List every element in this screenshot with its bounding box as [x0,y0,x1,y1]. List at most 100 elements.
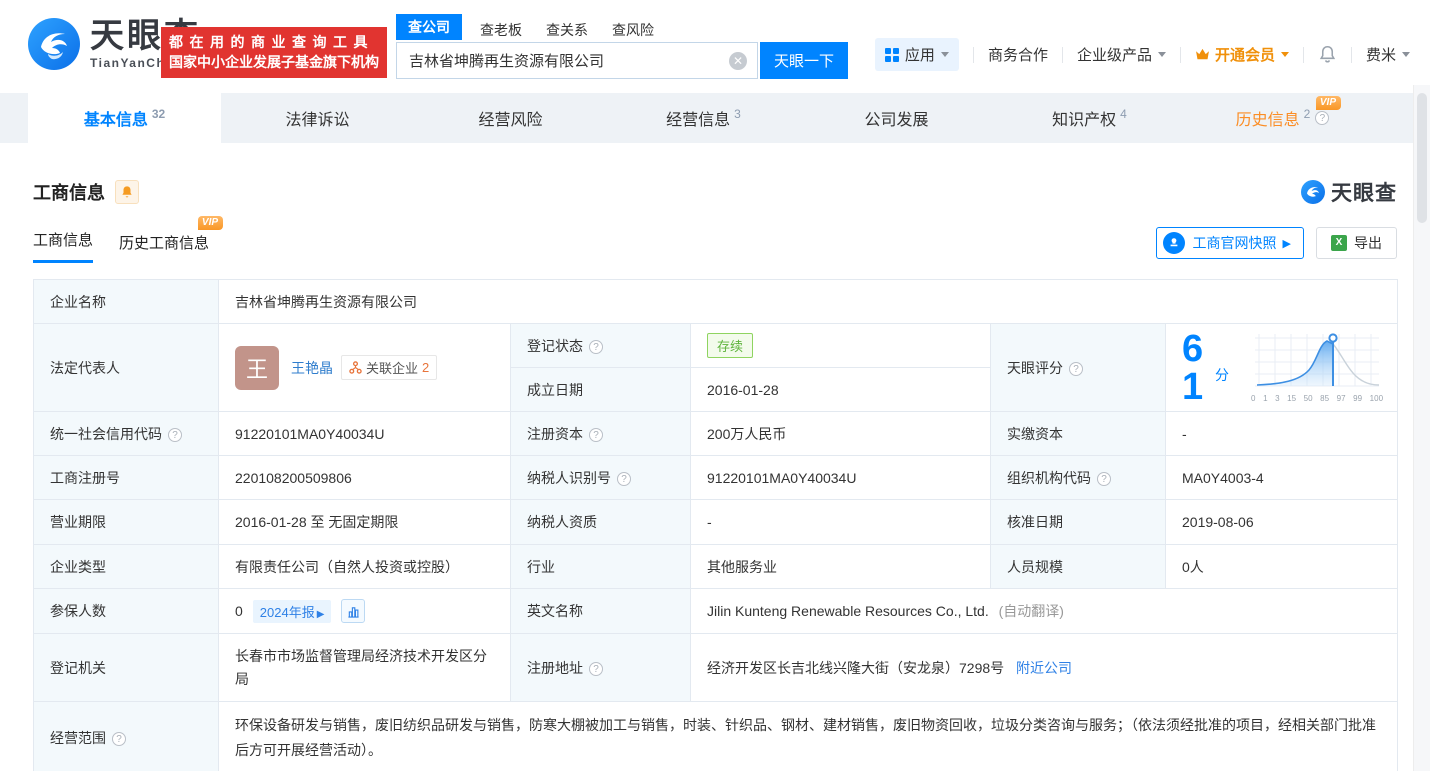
page-header: 天眼查 TianYanCha.com 都在用的商业查询工具 国家中小企业发展子基… [0,0,1430,85]
field-label: 注册地址? [511,634,691,702]
field-label: 组织机构代码? [991,456,1166,500]
search-button[interactable]: 天眼一下 [760,42,848,79]
help-icon[interactable]: ? [589,662,603,676]
divider [1062,47,1063,63]
tab-basic-info[interactable]: 基本信息 32 [28,93,221,143]
watermark-logo-text: 天眼查 [1331,177,1397,207]
search-tab-relation[interactable]: 查关系 [546,20,588,40]
chevron-down-icon [1158,52,1166,57]
field-label: 参保人数 [34,589,219,634]
address-value: 经济开发区长吉北线兴隆大街（安龙泉）7298号 [707,660,1004,676]
user-account-menu[interactable]: 费米 [1366,44,1410,65]
brand-slogan-banner: 都在用的商业查询工具 国家中小企业发展子基金旗下机构 [161,27,387,78]
help-icon[interactable]: ? [589,428,603,442]
subtab-history-registration[interactable]: VIP 历史工商信息 [119,232,209,263]
field-label: 经营范围? [34,702,219,771]
arrow-right-icon: ▶ [1283,237,1291,250]
search-tab-boss[interactable]: 查老板 [480,20,522,40]
field-label: 统一社会信用代码? [34,412,219,456]
help-icon[interactable]: ? [1069,362,1083,376]
english-name-value: Jilin Kunteng Renewable Resources Co., L… [707,603,989,619]
legal-rep-link[interactable]: 王艳晶 [291,358,333,378]
search-tab-company[interactable]: 查公司 [396,14,462,40]
field-label: 行业 [511,545,691,589]
apps-label: 应用 [905,44,935,65]
help-icon[interactable]: ? [1315,111,1329,125]
search-input[interactable] [397,43,757,78]
score-unit: 分 [1215,365,1229,385]
field-label: 人员规模 [991,545,1166,589]
username: 费米 [1366,44,1396,65]
tab-company-development[interactable]: 公司发展 [800,93,993,143]
table-row: 企业类型 有限责任公司（自然人投资或控股） 行业 其他服务业 人员规模 0人 [34,545,1398,589]
business-scope-value: 环保设备研发与销售，废旧纺织品研发与销售，防寒大棚被加工与销售，时装、针织品、钢… [219,702,1398,771]
related-companies-badge[interactable]: 关联企业 2 [341,355,437,380]
vip-upgrade-menu[interactable]: 开通会员 [1195,44,1289,65]
page-scrollbar[interactable] [1413,85,1430,771]
vip-badge: VIP [198,216,223,230]
tab-history-info[interactable]: VIP 历史信息 2 ? [1186,93,1379,143]
company-type-value: 有限责任公司（自然人投资或控股） [219,545,511,589]
business-info-table: 企业名称 吉林省坤腾再生资源有限公司 法定代表人 王 王艳晶 关 [33,279,1398,771]
help-icon[interactable]: ? [617,472,631,486]
subscribe-bell-icon[interactable] [115,180,139,204]
tab-count: 3 [734,107,741,121]
crown-icon [1195,48,1210,61]
staff-size-value: 0人 [1166,545,1398,589]
table-row: 企业名称 吉林省坤腾再生资源有限公司 [34,280,1398,324]
apps-menu[interactable]: 应用 [875,38,959,71]
watermark-logo: 天眼查 [1301,177,1397,207]
tianyancha-swirl-icon [1301,180,1325,204]
business-cooperation-link[interactable]: 商务合作 [988,44,1048,65]
help-icon[interactable]: ? [168,428,182,442]
search-tabs: 查公司 查老板 查关系 查风险 [396,16,848,40]
field-label: 工商注册号 [34,456,219,500]
help-icon[interactable]: ? [112,732,126,746]
divider [1180,47,1181,63]
table-row: 登记机关 长春市市场监督管理局经济技术开发区分局 注册地址? 经济开发区长吉北线… [34,634,1398,702]
help-icon[interactable]: ? [589,340,603,354]
trend-chart-icon[interactable] [341,599,365,623]
tab-legal-proceedings[interactable]: 法律诉讼 [221,93,414,143]
table-row: 工商注册号 220108200509806 纳税人识别号? 91220101MA… [34,456,1398,500]
company-name-value: 吉林省坤腾再生资源有限公司 [219,280,1398,324]
stamp-icon [1163,232,1185,254]
tab-business-info[interactable]: 经营信息 3 [607,93,800,143]
main-content: 工商信息 天眼查 工商信息 VIP 历史工商信息 工商官网快照 ▶ [0,177,1430,771]
field-label: 企业名称 [34,280,219,324]
field-label: 营业期限 [34,500,219,545]
tab-count: 32 [152,107,165,121]
export-button[interactable]: X 导出 [1316,227,1397,259]
score-chart-ticks: 01 315 5085 9799 100 [1251,394,1383,403]
top-right-nav: 应用 商务合作 企业级产品 开通会员 费米 [875,38,1410,71]
reg-no-value: 220108200509806 [219,456,511,500]
tab-count: 2 [1304,107,1311,121]
tab-intellectual-property[interactable]: 知识产权 4 [993,93,1186,143]
field-label: 核准日期 [991,500,1166,545]
auto-translate-note: (自动翻译) [999,603,1064,619]
clear-search-icon[interactable]: ✕ [729,52,747,70]
slogan-line2: 国家中小企业发展子基金旗下机构 [169,52,379,72]
official-snapshot-button[interactable]: 工商官网快照 ▶ [1156,227,1304,259]
search-area: 查公司 查老板 查关系 查风险 ✕ 天眼一下 [396,16,848,79]
industry-value: 其他服务业 [691,545,991,589]
avatar[interactable]: 王 [235,346,279,390]
divider [1351,47,1352,63]
excel-icon: X [1331,235,1347,251]
status-badge: 存续 [707,333,753,358]
chevron-down-icon [941,52,949,57]
table-row: 参保人数 0 2024年报▶ 英文名称 Jilin Kunteng Renewa [34,589,1398,634]
subtab-business-registration[interactable]: 工商信息 [33,229,93,263]
nearby-companies-link[interactable]: 附近公司 [1016,660,1072,676]
vip-badge: VIP [1316,96,1341,110]
search-tab-risk[interactable]: 查风险 [612,20,654,40]
tab-operational-risk[interactable]: 经营风险 [414,93,607,143]
field-label: 纳税人识别号? [511,456,691,500]
annual-report-badge[interactable]: 2024年报▶ [253,600,332,623]
slogan-line1: 都在用的商业查询工具 [169,32,379,52]
enterprise-products-menu[interactable]: 企业级产品 [1077,44,1166,65]
scrollbar-thumb[interactable] [1417,93,1427,223]
legal-rep-cell: 王 王艳晶 关联企业 2 [219,324,511,412]
notifications-bell-icon[interactable] [1318,45,1337,64]
help-icon[interactable]: ? [1097,472,1111,486]
